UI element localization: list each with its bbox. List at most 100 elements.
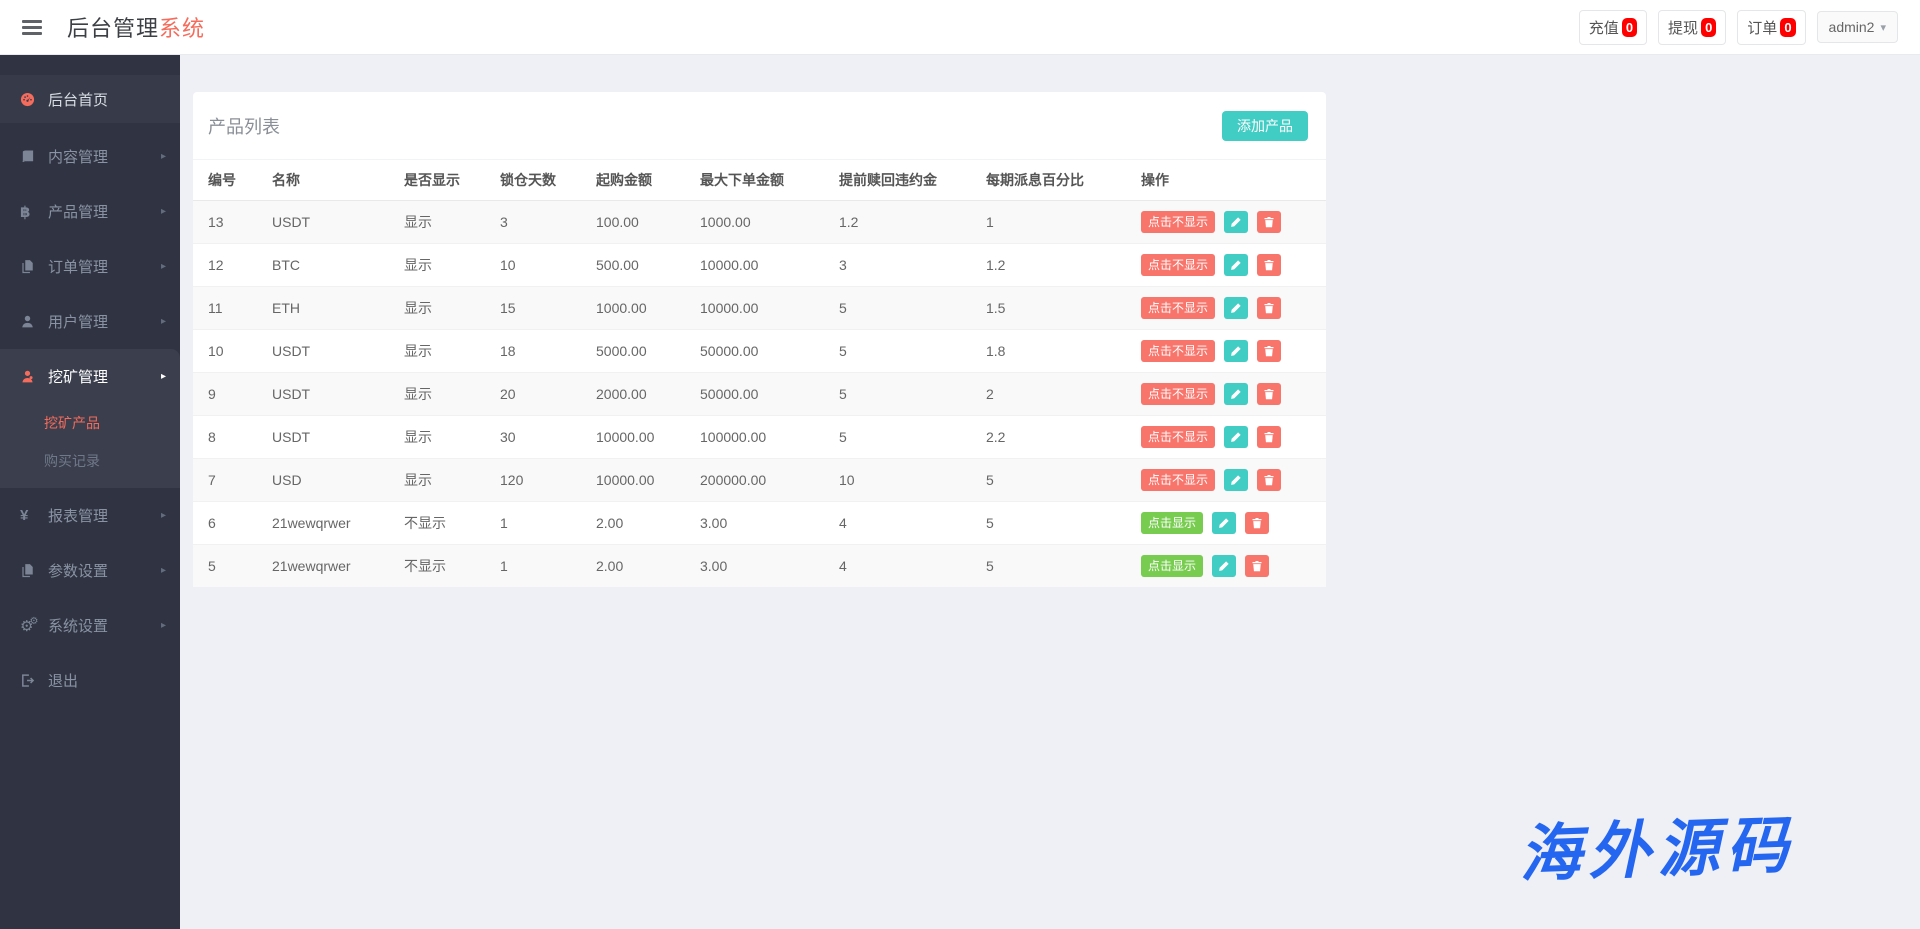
cell-visible: 显示	[389, 243, 485, 286]
cell-max-amount: 3.00	[685, 501, 824, 544]
sidebar-item-logout[interactable]: 退出	[0, 653, 180, 708]
cell-id: 6	[193, 501, 257, 544]
cell-actions: 点击显示	[1126, 544, 1326, 587]
sidebar-item-users[interactable]: 用户管理 ▸	[0, 294, 180, 349]
dashboard-icon	[20, 92, 44, 107]
col-penalty: 提前赎回违约金	[824, 160, 971, 200]
sidebar-item-label: 报表管理	[48, 505, 161, 526]
params-icon	[20, 563, 44, 578]
cell-lock-days: 1	[485, 544, 581, 587]
toggle-visibility-button[interactable]: 点击不显示	[1141, 426, 1215, 448]
cell-visible: 显示	[389, 286, 485, 329]
menu-toggle-icon[interactable]	[22, 20, 42, 35]
cell-interest: 5	[971, 544, 1126, 587]
cell-visible: 显示	[389, 458, 485, 501]
toggle-visibility-button[interactable]: 点击不显示	[1141, 469, 1215, 491]
cell-penalty: 4	[824, 544, 971, 587]
trash-icon	[1251, 517, 1263, 529]
cell-min-amount: 2.00	[581, 544, 685, 587]
trash-icon	[1263, 259, 1275, 271]
cell-penalty: 5	[824, 286, 971, 329]
sidebar-subitem-purchase-records[interactable]: 购买记录	[0, 442, 180, 480]
sidebar-item-reports[interactable]: ¥ 报表管理 ▸	[0, 488, 180, 543]
recharge-button[interactable]: 充值 0	[1579, 10, 1647, 45]
sidebar-item-content[interactable]: 内容管理 ▸	[0, 129, 180, 184]
toggle-visibility-button[interactable]: 点击显示	[1141, 512, 1203, 534]
cell-visible: 显示	[389, 329, 485, 372]
chevron-right-icon: ▸	[161, 206, 166, 217]
toggle-visibility-button[interactable]: 点击不显示	[1141, 254, 1215, 276]
orders-icon	[20, 259, 44, 274]
cell-min-amount: 2.00	[581, 501, 685, 544]
product-list-card: 产品列表 添加产品 编号 名称 是否显示 锁仓天数 起购金额 最大下单金额 提前…	[193, 92, 1326, 587]
delete-button[interactable]	[1257, 211, 1281, 233]
delete-button[interactable]	[1257, 383, 1281, 405]
trash-icon	[1263, 388, 1275, 400]
orders-count-badge: 0	[1780, 18, 1795, 37]
yen-icon: ¥	[20, 507, 44, 524]
toggle-visibility-button[interactable]: 点击不显示	[1141, 340, 1215, 362]
pencil-icon	[1230, 345, 1242, 357]
delete-button[interactable]	[1245, 512, 1269, 534]
trash-icon	[1263, 431, 1275, 443]
cell-penalty: 1.2	[824, 200, 971, 243]
col-id: 编号	[193, 160, 257, 200]
add-product-button[interactable]: 添加产品	[1222, 111, 1308, 141]
edit-button[interactable]	[1224, 426, 1248, 448]
cell-max-amount: 1000.00	[685, 200, 824, 243]
cell-interest: 2	[971, 372, 1126, 415]
delete-button[interactable]	[1257, 254, 1281, 276]
toggle-visibility-button[interactable]: 点击不显示	[1141, 297, 1215, 319]
edit-button[interactable]	[1212, 555, 1236, 577]
toggle-visibility-button[interactable]: 点击不显示	[1141, 383, 1215, 405]
table-row: 9 USDT 显示 20 2000.00 50000.00 5 2 点击不显示	[193, 372, 1326, 415]
edit-button[interactable]	[1224, 254, 1248, 276]
cell-min-amount: 10000.00	[581, 458, 685, 501]
withdraw-button[interactable]: 提现 0	[1658, 10, 1726, 45]
sidebar-item-params[interactable]: 参数设置 ▸	[0, 543, 180, 598]
pencil-icon	[1230, 388, 1242, 400]
sidebar-item-mining[interactable]: 挖矿管理 ▸	[0, 349, 180, 404]
delete-button[interactable]	[1257, 297, 1281, 319]
edit-button[interactable]	[1212, 512, 1236, 534]
delete-button[interactable]	[1257, 426, 1281, 448]
cell-name: USDT	[257, 415, 389, 458]
cell-min-amount: 2000.00	[581, 372, 685, 415]
edit-button[interactable]	[1224, 211, 1248, 233]
edit-button[interactable]	[1224, 383, 1248, 405]
chevron-down-icon: ▾	[1880, 21, 1886, 34]
cell-name: BTC	[257, 243, 389, 286]
delete-button[interactable]	[1245, 555, 1269, 577]
toggle-visibility-button[interactable]: 点击显示	[1141, 555, 1203, 577]
table-row: 10 USDT 显示 18 5000.00 50000.00 5 1.8 点击不…	[193, 329, 1326, 372]
chevron-right-icon: ▸	[161, 371, 166, 382]
cell-name: USDT	[257, 372, 389, 415]
cell-name: USDT	[257, 200, 389, 243]
cell-min-amount: 100.00	[581, 200, 685, 243]
toggle-visibility-button[interactable]: 点击不显示	[1141, 211, 1215, 233]
sidebar-item-products[interactable]: ฿ 产品管理 ▸	[0, 184, 180, 239]
sidebar-subitem-mining-products[interactable]: 挖矿产品	[0, 404, 180, 442]
miner-icon	[20, 369, 44, 384]
cell-id: 11	[193, 286, 257, 329]
cell-name: ETH	[257, 286, 389, 329]
col-lock-days: 锁仓天数	[485, 160, 581, 200]
sidebar-item-system[interactable]: ⚙⚙ 系统设置 ▸	[0, 598, 180, 653]
gears-icon: ⚙⚙	[20, 617, 44, 635]
edit-button[interactable]	[1224, 340, 1248, 362]
sidebar-item-orders[interactable]: 订单管理 ▸	[0, 239, 180, 294]
cell-penalty: 5	[824, 329, 971, 372]
delete-button[interactable]	[1257, 340, 1281, 362]
edit-button[interactable]	[1224, 469, 1248, 491]
delete-button[interactable]	[1257, 469, 1281, 491]
user-menu[interactable]: admin2 ▾	[1817, 11, 1898, 43]
cell-actions: 点击不显示	[1126, 415, 1326, 458]
sidebar-item-home[interactable]: 后台首页	[0, 75, 180, 123]
cell-interest: 1.5	[971, 286, 1126, 329]
orders-button[interactable]: 订单 0	[1737, 10, 1805, 45]
cell-min-amount: 5000.00	[581, 329, 685, 372]
cell-max-amount: 3.00	[685, 544, 824, 587]
cell-visible: 不显示	[389, 544, 485, 587]
card-header: 产品列表 添加产品	[193, 92, 1326, 160]
edit-button[interactable]	[1224, 297, 1248, 319]
